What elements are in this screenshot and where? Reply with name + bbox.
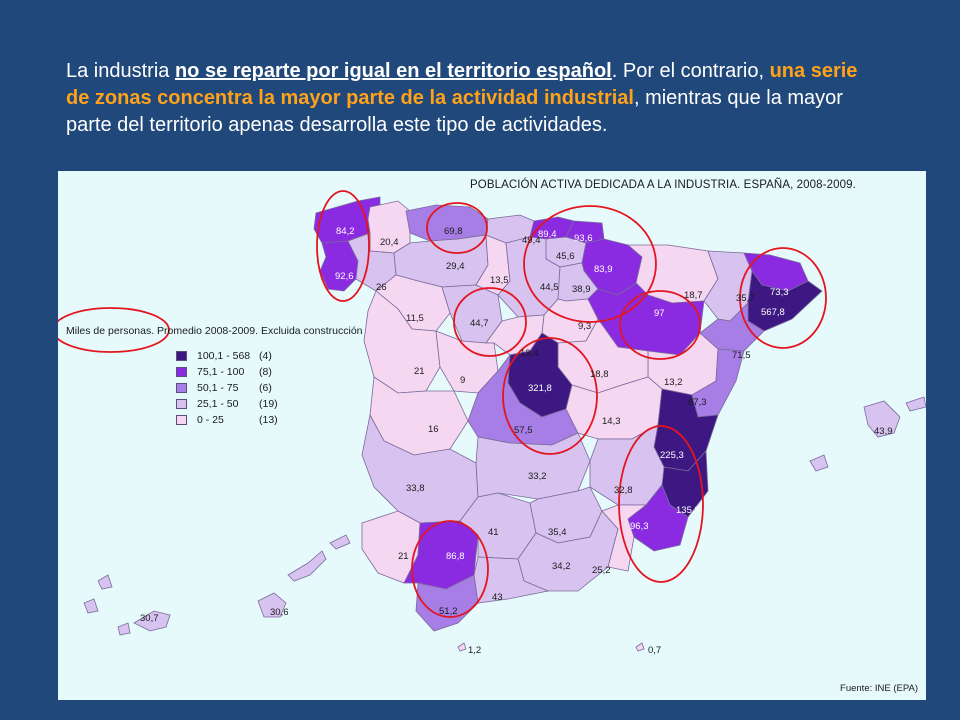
- legend-count: (6): [259, 382, 272, 394]
- label-tarragona: 71,5: [732, 350, 751, 361]
- legend-swatch: [176, 399, 187, 409]
- map-title: POBLACIÓN ACTIVA DEDICADA A LA INDUSTRIA…: [470, 179, 856, 191]
- region-ceuta: [457, 642, 467, 652]
- legend-item: 0 - 25 (13): [176, 412, 278, 428]
- intro-text-start: La industria: [66, 60, 175, 82]
- legend-count: (4): [259, 350, 272, 362]
- label-ceuta: 1,2: [468, 645, 481, 656]
- label-navarra: 83,9: [594, 264, 613, 275]
- label-cuenca: 14,3: [602, 416, 621, 427]
- spain-map: 84,2 92,6 20,4 26 69,8 49,4 89,4 93,6 45…: [58, 190, 926, 656]
- label-sevilla: 86,8: [446, 551, 465, 562]
- label-malaga: 43: [492, 592, 503, 603]
- label-burgos: 44,5: [540, 282, 559, 293]
- label-cordoba: 41: [488, 527, 499, 538]
- label-ciudad-real: 33,2: [528, 471, 547, 482]
- region-baleares-ibiza: [809, 454, 829, 472]
- label-zaragoza: 97: [654, 308, 665, 319]
- legend-range: 0 - 25: [197, 414, 224, 426]
- label-a-coruna: 84,2: [336, 226, 355, 237]
- label-zamora: 11,5: [406, 313, 424, 324]
- label-alicante: 135,8: [676, 505, 700, 516]
- label-cadiz: 51,2: [439, 606, 458, 617]
- label-valladolid: 44,7: [470, 318, 489, 329]
- label-alava: 45,6: [556, 251, 575, 262]
- label-teruel: 13,2: [664, 377, 683, 388]
- intro-text-middle: . Por el contrario,: [611, 60, 770, 82]
- legend-range: 25,1 - 50: [197, 398, 239, 410]
- region-las-palmas-isles: [287, 534, 351, 582]
- label-baleares: 43,9: [874, 426, 893, 437]
- region-melilla: [635, 642, 645, 652]
- legend-swatch: [176, 415, 187, 425]
- map-source: Fuente: INE (EPA): [840, 683, 918, 694]
- legend-title: Miles de personas. Promedio 2008-2009. E…: [66, 325, 363, 337]
- label-segovia: 13,4: [520, 348, 539, 359]
- label-almeria: 25,2: [592, 565, 611, 576]
- label-tenerife: 30,7: [140, 613, 159, 624]
- label-caceres: 16: [428, 424, 439, 435]
- label-barcelona: 567,8: [761, 307, 785, 318]
- label-avila: 9: [460, 375, 465, 386]
- region-tenerife-isles: [83, 574, 131, 636]
- label-lleida: 35,7: [736, 293, 755, 304]
- label-girona: 73,3: [770, 287, 789, 298]
- map-panel: 84,2 92,6 20,4 26 69,8 49,4 89,4 93,6 45…: [58, 171, 926, 700]
- intro-underlined-text: no se reparte por igual en el territorio…: [174, 60, 612, 82]
- legend-range: 50,1 - 75: [197, 382, 239, 394]
- intro-paragraph: La industria no se reparte por igual en …: [66, 58, 886, 139]
- label-murcia: 96,3: [630, 521, 649, 532]
- legend-count: (19): [259, 398, 278, 410]
- label-badajoz: 33,8: [406, 483, 425, 494]
- label-toledo: 57,5: [514, 425, 533, 436]
- map-legend: 100,1 - 568 (4) 75,1 - 100 (8) 50,1 - 75…: [176, 348, 278, 428]
- label-la-rioja: 38,9: [572, 284, 591, 295]
- label-granada: 34,2: [552, 561, 571, 572]
- legend-swatch: [176, 367, 187, 377]
- legend-swatch: [176, 383, 187, 393]
- region-baleares-menorca: [905, 396, 926, 412]
- label-huesca: 18,7: [684, 290, 703, 301]
- legend-item: 50,1 - 75 (6): [176, 380, 278, 396]
- label-albacete: 32,8: [614, 485, 633, 496]
- label-guadalajara: 18,8: [590, 369, 609, 380]
- label-madrid: 321,8: [528, 383, 552, 394]
- label-salamanca: 21: [414, 366, 425, 377]
- legend-item: 100,1 - 568 (4): [176, 348, 278, 364]
- label-ourense: 26: [376, 282, 387, 293]
- label-lugo: 20,4: [380, 237, 399, 248]
- legend-swatch: [176, 351, 187, 361]
- label-palencia: 13,5: [490, 275, 509, 286]
- legend-item: 75,1 - 100 (8): [176, 364, 278, 380]
- legend-count: (8): [259, 366, 272, 378]
- label-guipuzcoa: 93,6: [574, 233, 593, 244]
- label-valencia: 225,3: [660, 450, 684, 461]
- label-melilla: 0,7: [648, 645, 661, 656]
- label-pontevedra: 92,6: [335, 271, 354, 282]
- legend-range: 75,1 - 100: [197, 366, 245, 378]
- label-asturias: 69,8: [444, 226, 463, 237]
- label-castellon: 67,3: [688, 397, 707, 408]
- label-vizcaya: 89,4: [538, 229, 557, 240]
- label-huelva: 21: [398, 551, 409, 562]
- label-leon: 29,4: [446, 261, 465, 272]
- legend-item: 25,1 - 50 (19): [176, 396, 278, 412]
- legend-range: 100,1 - 568: [197, 350, 251, 362]
- legend-count: (13): [259, 414, 278, 426]
- label-soria: 9,3: [578, 321, 591, 332]
- label-jaen: 35,4: [548, 527, 567, 538]
- label-las-palmas: 30,6: [270, 607, 289, 618]
